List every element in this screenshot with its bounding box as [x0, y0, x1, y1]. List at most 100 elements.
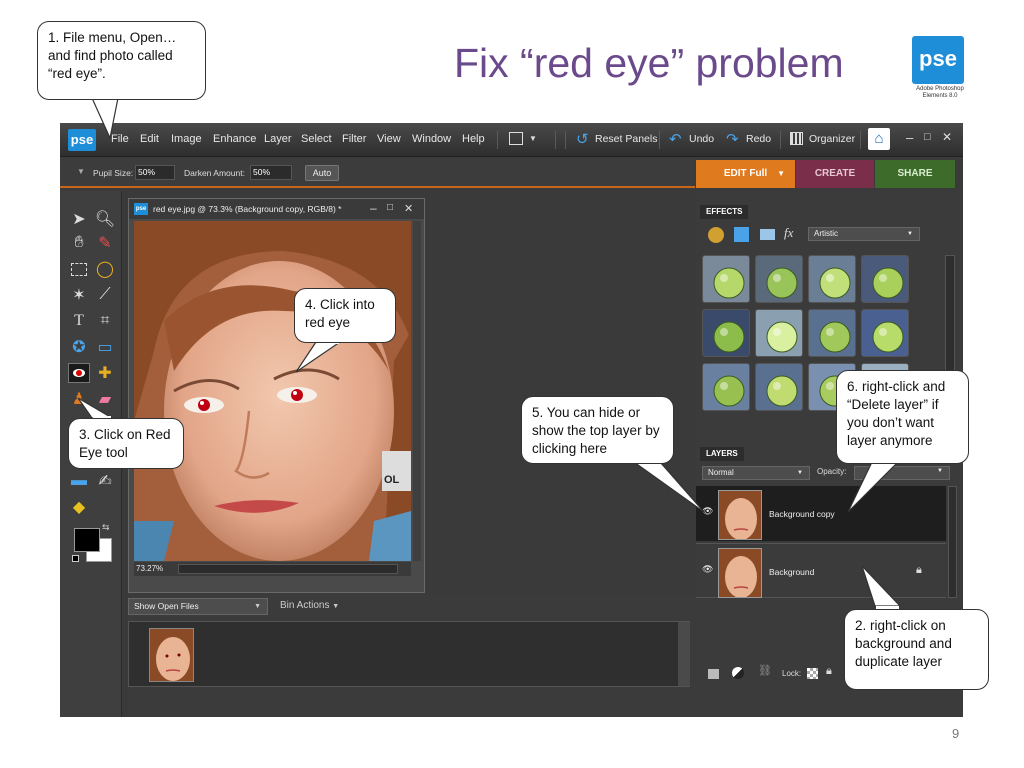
arrange-icon[interactable]	[509, 132, 523, 145]
organizer-icon[interactable]	[790, 132, 803, 145]
lock-transparent-icon[interactable]	[807, 668, 818, 679]
eraser-tool-icon[interactable]: ▰	[94, 389, 116, 409]
marquee-tool-icon[interactable]	[68, 259, 90, 279]
document-pse-icon: pse	[134, 203, 148, 215]
layer-thumbnail-image	[719, 491, 761, 539]
doc-minimize-icon[interactable]: –	[370, 201, 377, 215]
layer-thumbnail	[718, 548, 762, 598]
menu-window[interactable]: Window	[412, 133, 451, 145]
filters-icon[interactable]	[708, 227, 724, 243]
menu-layer[interactable]: Layer	[264, 133, 292, 145]
menu-file[interactable]: File	[111, 133, 129, 145]
blend-mode-select[interactable]: Normal ▼	[702, 466, 810, 480]
maximize-icon[interactable]: □	[924, 131, 931, 143]
red-eye-tool-icon[interactable]	[68, 363, 90, 383]
reset-panels-icon[interactable]: ↺	[576, 130, 589, 148]
red-eye-photo[interactable]: OL	[134, 221, 411, 561]
lock-all-icon[interactable]: 🔒︎	[826, 665, 832, 678]
chevron-down-icon: ▼	[937, 468, 943, 474]
layer-row-background-copy[interactable]: 👁︎ Background copy	[696, 486, 946, 541]
close-icon[interactable]: ✕	[942, 130, 952, 144]
layer-row-background[interactable]: 👁︎ Background 🔒︎	[696, 543, 946, 598]
foreground-color-swatch[interactable]	[74, 528, 100, 552]
clone-stamp-tool-icon[interactable]: ♟	[68, 389, 90, 409]
quick-selection-tool-icon[interactable]: ⟋	[94, 285, 116, 305]
eye-visibility-icon[interactable]: 👁︎	[702, 564, 713, 575]
apple-effect-preview	[766, 267, 798, 299]
menu-select[interactable]: Select	[301, 133, 332, 145]
darken-amount-field[interactable]: 50%	[250, 165, 292, 180]
tab-edit-full[interactable]: EDIT Full ▼	[696, 160, 795, 188]
smudge-tool-icon[interactable]: ✍︎	[94, 471, 116, 491]
adjustment-layer-icon[interactable]	[732, 667, 744, 679]
swap-colors-icon[interactable]: ⇆	[102, 522, 110, 533]
menu-enhance[interactable]: Enhance	[213, 133, 256, 145]
chevron-down-icon[interactable]: ▼	[529, 134, 537, 143]
menu-help[interactable]: Help	[462, 133, 485, 145]
home-icon[interactable]: ⌂	[868, 128, 890, 150]
menu-filter[interactable]: Filter	[342, 133, 366, 145]
straighten-tool-icon[interactable]: ▭	[94, 337, 116, 357]
tab-share[interactable]: SHARE	[875, 160, 955, 188]
menu-edit[interactable]: Edit	[140, 133, 159, 145]
effect-thumbnail[interactable]	[702, 363, 750, 411]
menu-image[interactable]: Image	[171, 133, 202, 145]
vertical-scrollbar[interactable]	[413, 221, 421, 561]
options-collapse-icon[interactable]: ▼	[77, 167, 85, 176]
bin-scrollbar[interactable]	[678, 622, 690, 686]
effect-thumbnail[interactable]	[808, 255, 856, 303]
new-layer-icon[interactable]	[708, 669, 719, 679]
undo-button[interactable]: Undo	[689, 133, 714, 145]
layers-scrollbar[interactable]	[948, 486, 957, 598]
magic-wand-tool-icon[interactable]: ✶	[68, 285, 90, 305]
effect-thumbnail[interactable]	[702, 309, 750, 357]
move-tool-icon[interactable]: ➤	[68, 209, 90, 229]
doc-close-icon[interactable]: ✕	[404, 202, 413, 215]
layers-tab[interactable]: LAYERS	[700, 447, 744, 461]
horizontal-scrollbar[interactable]	[178, 564, 398, 574]
type-tool-icon[interactable]: T	[68, 311, 90, 331]
zoom-readout: 73.27%	[136, 564, 164, 573]
layer-name: Background copy	[769, 509, 835, 519]
undo-icon[interactable]: ↶	[669, 130, 682, 148]
effect-thumbnail[interactable]	[861, 309, 909, 357]
organizer-button[interactable]: Organizer	[809, 133, 855, 145]
effect-thumbnail[interactable]	[702, 255, 750, 303]
layer-styles-icon[interactable]	[734, 227, 749, 242]
default-colors-icon[interactable]	[72, 555, 79, 562]
auto-button[interactable]: Auto	[305, 165, 339, 181]
cookie-cutter-tool-icon[interactable]: ✪	[68, 337, 90, 357]
effect-thumbnail[interactable]	[808, 309, 856, 357]
crop-tool-icon[interactable]: ⌗	[94, 311, 116, 331]
menu-view[interactable]: View	[377, 133, 401, 145]
redo-button[interactable]: Redo	[746, 133, 771, 145]
lasso-tool-icon[interactable]: ◯	[94, 259, 116, 279]
zoom-tool-icon[interactable]: 🔍︎	[94, 209, 116, 229]
eyedropper-tool-icon[interactable]: ✎	[94, 233, 116, 253]
reset-panels-button[interactable]: Reset Panels	[595, 133, 657, 145]
effect-thumbnail[interactable]	[755, 255, 803, 303]
hand-tool-icon[interactable]: ✋︎	[68, 233, 90, 253]
opacity-field[interactable]: ▼	[854, 466, 950, 480]
link-icon[interactable]: ⛓︎	[758, 664, 772, 677]
bin-actions-menu[interactable]: Bin Actions ▼	[280, 600, 339, 611]
bin-thumbnail[interactable]	[149, 628, 194, 682]
show-open-files-select[interactable]: Show Open Files ▼	[128, 598, 268, 615]
minimize-icon[interactable]: –	[906, 130, 913, 145]
pupil-size-field[interactable]: 50%	[135, 165, 175, 180]
photo-effects-icon[interactable]	[760, 229, 775, 240]
effects-category-select[interactable]: Artistic ▼	[808, 227, 920, 241]
effect-thumbnail[interactable]	[755, 363, 803, 411]
fx-icon[interactable]: fx	[784, 225, 793, 241]
shape-tool-icon[interactable]: ▬	[68, 471, 90, 491]
healing-brush-tool-icon[interactable]: ✚	[94, 363, 116, 383]
callout-step-2: 2. right-click on background and duplica…	[844, 609, 989, 690]
effects-tab[interactable]: EFFECTS	[700, 205, 749, 219]
sponge-tool-icon[interactable]: ◆	[68, 497, 90, 517]
doc-maximize-icon[interactable]: □	[387, 202, 393, 213]
eye-visibility-icon[interactable]: 👁︎	[702, 506, 713, 517]
effect-thumbnail[interactable]	[861, 255, 909, 303]
redo-icon[interactable]: ↷	[726, 130, 739, 148]
tab-create[interactable]: CREATE	[796, 160, 874, 188]
effect-thumbnail[interactable]	[755, 309, 803, 357]
